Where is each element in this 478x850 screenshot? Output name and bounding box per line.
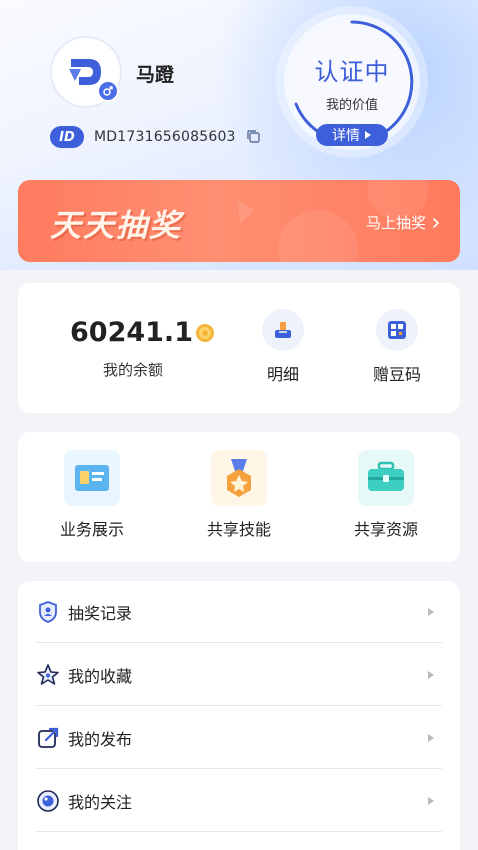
detail-button-label: 详情 <box>332 128 360 144</box>
chevron-right-icon <box>428 796 434 805</box>
chevron-right-icon <box>432 217 440 228</box>
menu-item-label: 我的收藏 <box>68 666 133 686</box>
menu-item-label: 我的发布 <box>68 729 133 749</box>
play-arrow-icon <box>365 131 371 139</box>
balance-value[interactable]: 60241.1 <box>70 317 215 348</box>
chevron-right-icon <box>428 670 434 679</box>
wallet-card: 60241.1 我的余额 明细 赠豆码 <box>18 283 460 413</box>
business-showcase-button[interactable]: 业务展示 <box>32 450 152 540</box>
inbox-tray-icon <box>262 309 304 351</box>
skill-medal-icon <box>211 450 267 506</box>
menu-item-favorites[interactable]: 我的收藏 <box>36 644 442 706</box>
publish-icon <box>38 727 59 748</box>
shared-resources-button[interactable]: 共享资源 <box>326 450 446 540</box>
username: 马蹬 <box>136 64 175 86</box>
menu-item-lottery-records[interactable]: 抽奖记录 <box>36 581 442 643</box>
detail-button[interactable]: 详情 <box>316 124 388 146</box>
shared-skills-label: 共享技能 <box>206 520 271 539</box>
balance-amount: 60241.1 <box>70 317 193 348</box>
coin-icon <box>195 323 214 342</box>
male-icon <box>97 80 119 102</box>
gift-code-label: 赠豆码 <box>372 365 421 384</box>
details-button[interactable]: 明细 <box>238 309 328 385</box>
banner-cta-label: 马上抽奖 <box>365 214 426 232</box>
verification-status: 认证中 <box>314 58 390 86</box>
chevron-right-icon <box>428 733 434 742</box>
shield-user-icon <box>39 600 57 623</box>
menu-card: 抽奖记录 我的收藏 我的发布 我的关注 <box>18 581 460 850</box>
banner-cta[interactable]: 马上抽奖 <box>366 212 440 233</box>
details-label: 明细 <box>266 365 299 384</box>
toolbox-icon <box>358 450 414 506</box>
id-badge: ID <box>50 126 84 148</box>
shared-resources-label: 共享资源 <box>353 520 418 539</box>
user-id-row: ID MD1731656085603 <box>50 126 262 148</box>
menu-item-following[interactable]: 我的关注 <box>36 770 442 832</box>
business-card-icon <box>64 450 120 506</box>
shared-skills-button[interactable]: 共享技能 <box>179 450 299 540</box>
copy-icon[interactable] <box>246 129 262 145</box>
gift-code-button[interactable]: 赠豆码 <box>352 309 442 385</box>
qr-code-icon <box>376 309 418 351</box>
banner-title: 天天抽奖 <box>50 208 182 244</box>
balance-label: 我的余额 <box>102 361 163 379</box>
chevron-right-icon <box>428 607 434 616</box>
services-card: 业务展示 共享技能 共享资源 <box>18 432 460 562</box>
menu-item-label: 我的关注 <box>68 792 133 812</box>
verification-subtitle: 我的价值 <box>325 98 378 113</box>
business-showcase-label: 业务展示 <box>59 520 124 539</box>
lottery-banner[interactable]: 天天抽奖 马上抽奖 <box>18 180 460 262</box>
eye-icon <box>37 789 59 812</box>
menu-item-label: 抽奖记录 <box>68 603 133 623</box>
menu-item-my-posts[interactable]: 我的发布 <box>36 707 442 769</box>
user-id-value: MD1731656085603 <box>94 129 236 145</box>
star-icon <box>37 663 59 685</box>
